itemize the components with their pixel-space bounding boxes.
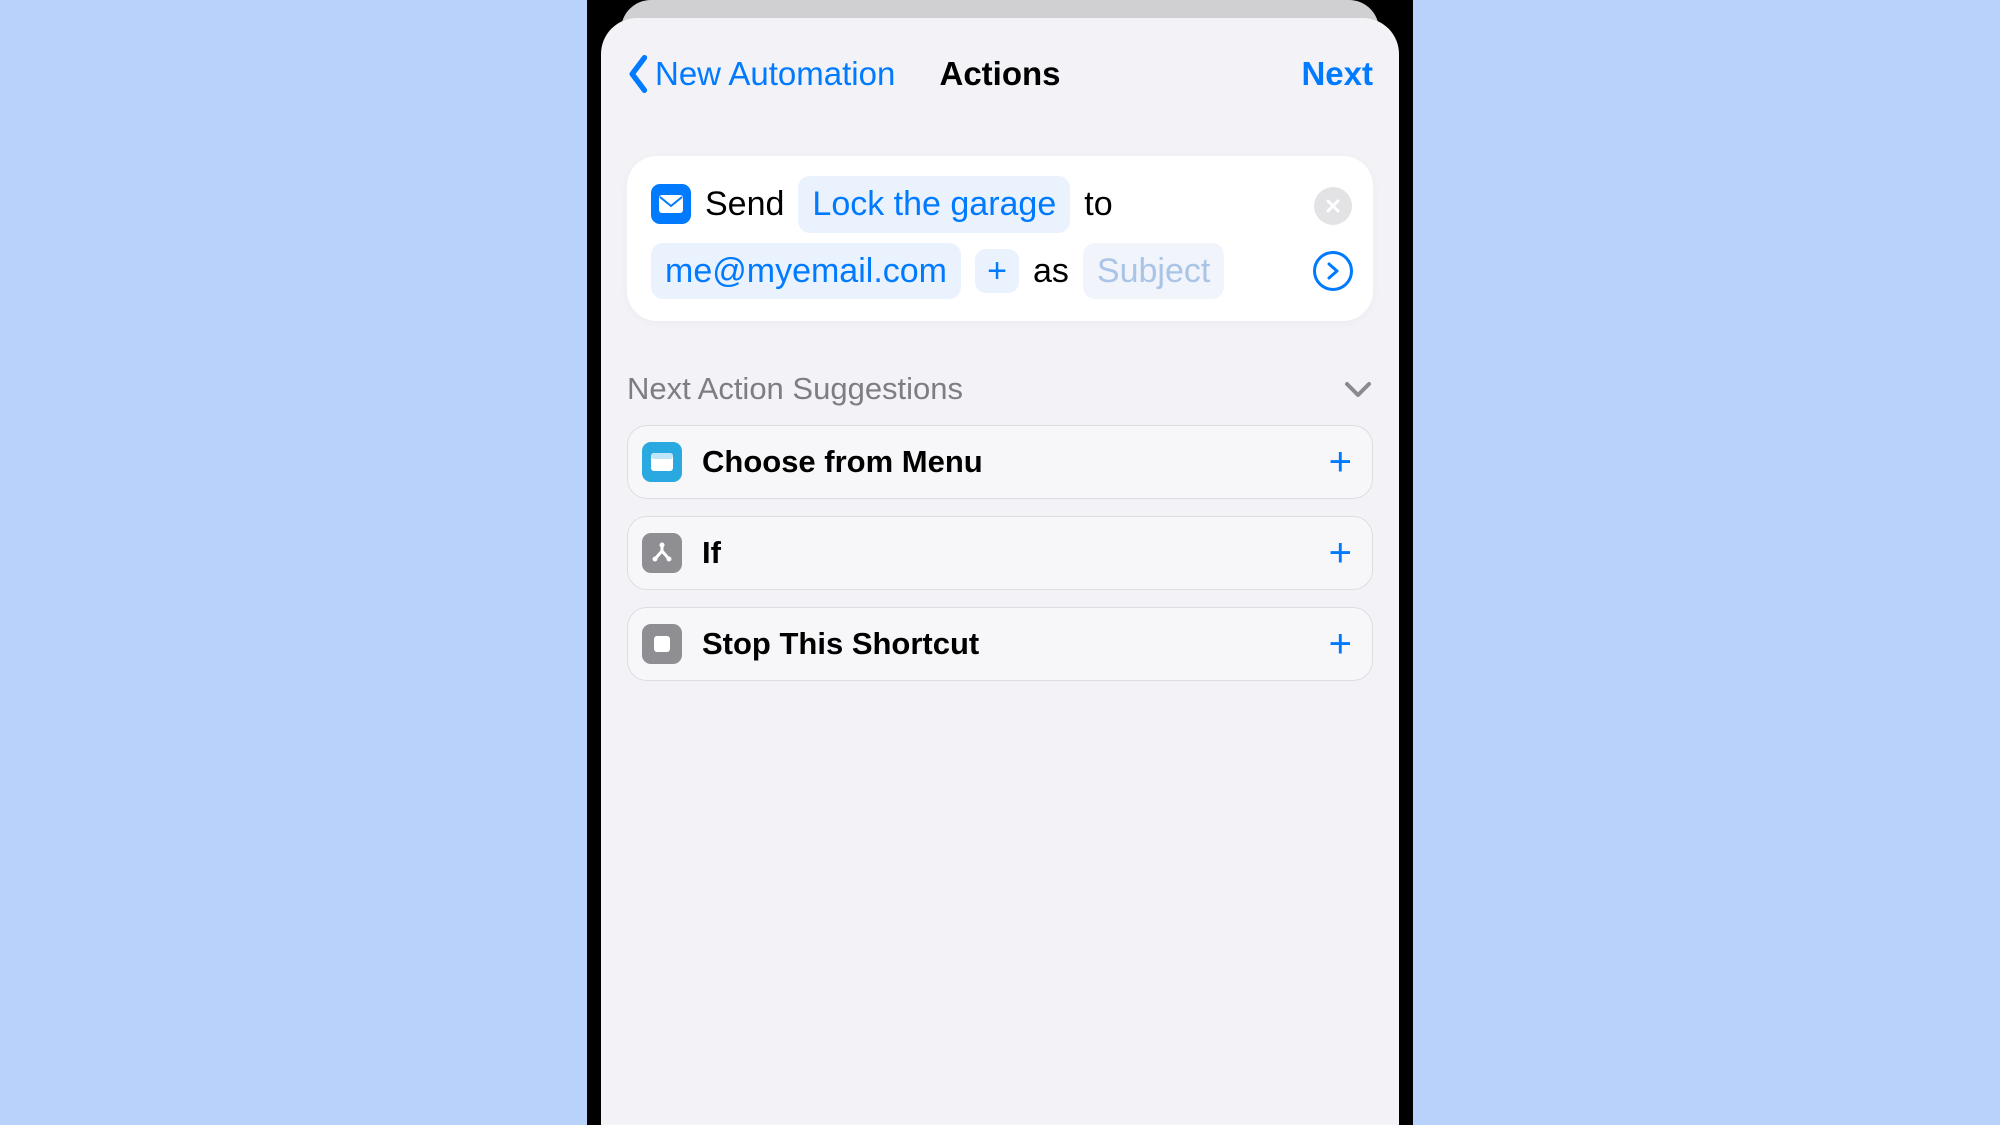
modal-sheet: New Automation Actions Next Send Lock th… bbox=[601, 18, 1399, 1125]
delete-action-button[interactable] bbox=[1314, 187, 1352, 225]
chevron-left-icon bbox=[627, 55, 651, 93]
subject-token[interactable]: Subject bbox=[1083, 243, 1224, 300]
suggestion-label: If bbox=[702, 535, 721, 571]
next-button[interactable]: Next bbox=[1301, 55, 1373, 93]
page-title: Actions bbox=[939, 55, 1060, 93]
action-card: Send Lock the garage to me@myemail.com +… bbox=[627, 156, 1373, 321]
menu-icon bbox=[642, 442, 682, 482]
suggestion-label: Stop This Shortcut bbox=[702, 626, 979, 662]
add-suggestion-button[interactable]: + bbox=[1329, 624, 1352, 664]
recipient-token[interactable]: me@myemail.com bbox=[651, 243, 961, 300]
mail-icon bbox=[651, 184, 691, 224]
expand-action-button[interactable] bbox=[1313, 251, 1353, 291]
action-sentence: Send Lock the garage to me@myemail.com +… bbox=[651, 176, 1349, 299]
suggestion-choose-from-menu[interactable]: Choose from Menu + bbox=[627, 425, 1373, 499]
suggestions-title: Next Action Suggestions bbox=[627, 371, 963, 407]
chevron-right-icon bbox=[1326, 262, 1340, 280]
back-button[interactable]: New Automation bbox=[627, 55, 895, 93]
close-icon bbox=[1325, 198, 1341, 214]
suggestion-if[interactable]: If + bbox=[627, 516, 1373, 590]
add-suggestion-button[interactable]: + bbox=[1329, 442, 1352, 482]
back-label: New Automation bbox=[655, 55, 895, 93]
action-word-to: to bbox=[1084, 178, 1112, 231]
action-word-send: Send bbox=[705, 178, 784, 231]
navigation-bar: New Automation Actions Next bbox=[627, 28, 1373, 120]
phone-frame: New Automation Actions Next Send Lock th… bbox=[587, 0, 1413, 1125]
suggestion-label: Choose from Menu bbox=[702, 444, 983, 480]
suggestion-stop-shortcut[interactable]: Stop This Shortcut + bbox=[627, 607, 1373, 681]
suggestions-header[interactable]: Next Action Suggestions bbox=[627, 371, 1373, 407]
add-recipient-button[interactable]: + bbox=[975, 249, 1019, 293]
action-word-as: as bbox=[1033, 245, 1069, 298]
action-card-controls bbox=[1313, 156, 1353, 321]
stop-icon bbox=[642, 624, 682, 664]
add-suggestion-button[interactable]: + bbox=[1329, 533, 1352, 573]
branch-icon bbox=[642, 533, 682, 573]
chevron-down-icon bbox=[1343, 379, 1373, 399]
message-token[interactable]: Lock the garage bbox=[798, 176, 1070, 233]
